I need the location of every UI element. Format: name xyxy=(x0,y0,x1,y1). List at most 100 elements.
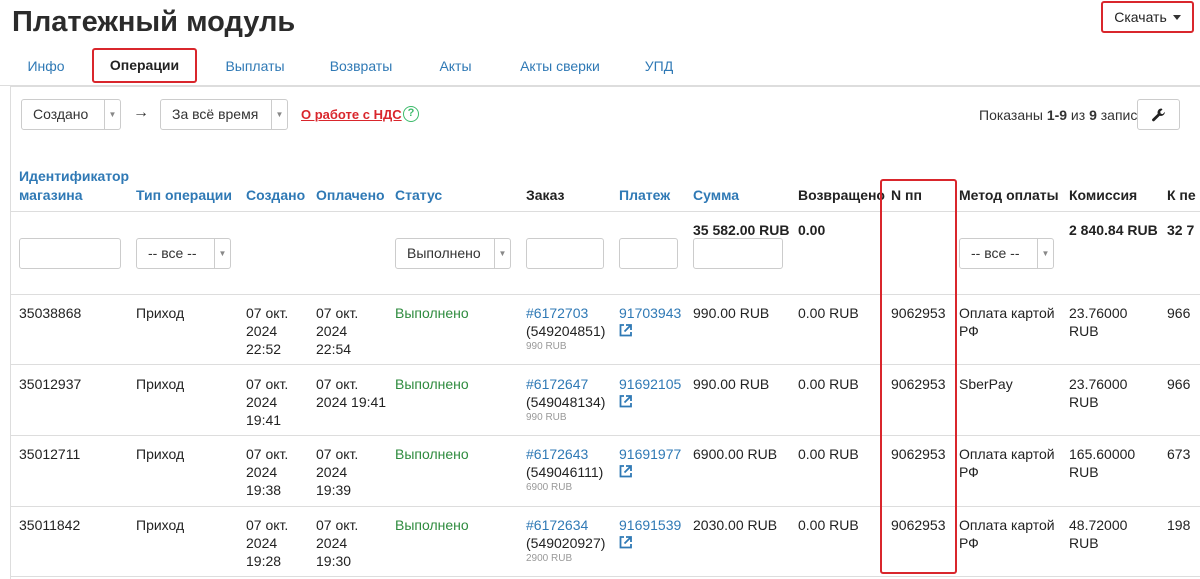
select-arrow-icon: ▼ xyxy=(271,100,287,129)
cell-paid: 07 окт. 2024 22:54 xyxy=(316,305,359,357)
amount-filter-input[interactable] xyxy=(693,238,783,269)
col-npp: N пп xyxy=(891,187,922,203)
question-circle-icon[interactable]: ? xyxy=(403,106,419,122)
order-link[interactable]: #6172703 xyxy=(526,304,605,322)
cell-npp: 9062953 xyxy=(891,446,946,462)
cell-created: 07 окт. 2024 19:41 xyxy=(246,376,289,428)
order-link[interactable]: #6172647 xyxy=(526,375,605,393)
col-op-type[interactable]: Тип операции xyxy=(136,186,232,205)
order-link[interactable]: #6172634 xyxy=(526,516,605,534)
payment-link[interactable]: 91691539 xyxy=(619,516,681,534)
payment-link[interactable]: 91703943 xyxy=(619,304,681,322)
order-link[interactable]: #6172643 xyxy=(526,445,603,463)
cell-status: Выполнено xyxy=(395,517,469,533)
tab-reconciliation-acts[interactable]: Акты сверки xyxy=(512,46,608,86)
table-settings-button[interactable] xyxy=(1137,99,1180,130)
cell-refunded: 0.00 RUB xyxy=(798,305,859,321)
row-divider xyxy=(10,294,1200,295)
row-divider xyxy=(10,576,1200,577)
payment-filter-input[interactable] xyxy=(619,238,678,269)
cell-amount: 2030.00 RUB xyxy=(693,517,778,533)
shop-id-filter-input[interactable] xyxy=(19,238,121,269)
external-link-icon[interactable] xyxy=(619,465,632,478)
cell-op-type: Приход xyxy=(136,446,185,462)
total-refunded: 0.00 xyxy=(798,222,826,238)
tab-operations[interactable]: Операции xyxy=(92,48,197,83)
select-arrow-icon: ▼ xyxy=(214,239,230,268)
order-filter-input[interactable] xyxy=(526,238,604,269)
cell-method: Оплата картой РФ xyxy=(959,305,1055,339)
cell-payout: 198 xyxy=(1167,517,1191,533)
cell-order: #6172703 (549204851) 990 RUB xyxy=(526,304,606,352)
download-button[interactable]: Скачать xyxy=(1101,1,1194,33)
tab-acts[interactable]: Акты xyxy=(433,46,478,86)
cell-paid: 07 окт. 2024 19:41 xyxy=(316,376,387,410)
tab-payouts[interactable]: Выплаты xyxy=(220,46,290,86)
payment-link[interactable]: 91692105 xyxy=(619,375,681,393)
arrow-right-icon: → xyxy=(133,104,149,121)
cell-npp: 9062953 xyxy=(891,517,946,533)
cell-refunded: 0.00 RUB xyxy=(798,446,859,462)
col-order: Заказ xyxy=(526,187,565,203)
external-link-icon[interactable] xyxy=(619,395,632,408)
col-created[interactable]: Создано xyxy=(246,186,305,205)
row-divider xyxy=(10,506,1200,507)
col-method: Метод оплаты xyxy=(959,187,1059,203)
tab-info[interactable]: Инфо xyxy=(22,46,70,86)
cell-created: 07 окт. 2024 22:52 xyxy=(246,305,289,357)
records-shown: Показаны 1-9 из 9 записи. xyxy=(979,107,1150,123)
payment-link[interactable]: 91691977 xyxy=(619,445,681,463)
select-arrow-icon: ▼ xyxy=(494,239,510,268)
cell-shop-id: 35011842 xyxy=(19,517,81,533)
cell-payout: 673 xyxy=(1167,446,1191,462)
cell-shop-id: 35012711 xyxy=(19,446,81,462)
method-filter-select[interactable]: -- все -- ▼ xyxy=(959,238,1054,269)
tab-refunds[interactable]: Возвраты xyxy=(323,46,399,86)
col-amount[interactable]: Сумма xyxy=(693,186,739,205)
cell-method: SberPay xyxy=(959,376,1013,392)
total-amount: 35 582.00 RUB xyxy=(693,222,790,238)
select-arrow-icon: ▼ xyxy=(1037,239,1053,268)
cell-payment: 91691539 xyxy=(619,516,681,549)
cell-op-type: Приход xyxy=(136,376,185,392)
vat-info-link[interactable]: О работе с НДС xyxy=(301,107,402,122)
page-title: Платежный модуль xyxy=(12,6,296,38)
col-shop-id[interactable]: Идентификатор магазина xyxy=(19,167,129,205)
external-link-icon[interactable] xyxy=(619,324,632,337)
col-commission: Комиссия xyxy=(1069,187,1138,203)
cell-method: Оплата картой РФ xyxy=(959,446,1055,480)
wrench-icon xyxy=(1152,108,1165,122)
total-commission: 2 840.84 RUB xyxy=(1069,222,1158,238)
cell-commission: 23.76000 RUB xyxy=(1069,305,1128,339)
cell-method: Оплата картой РФ xyxy=(959,517,1055,551)
cell-payout: 966 xyxy=(1167,376,1191,392)
status-filter-select[interactable]: Выполнено ▼ xyxy=(395,238,511,269)
tab-bar: Инфо Операции Выплаты Возвраты Акты Акты… xyxy=(0,46,1200,86)
cell-order: #6172647 (549048134) 990 RUB xyxy=(526,375,606,423)
cell-npp: 9062953 xyxy=(891,305,946,321)
cell-order: #6172634 (549020927) 2900 RUB xyxy=(526,516,606,564)
cell-status: Выполнено xyxy=(395,446,469,462)
cell-amount: 990.00 RUB xyxy=(693,376,770,392)
row-divider xyxy=(10,435,1200,436)
external-link-icon[interactable] xyxy=(619,536,632,549)
cell-order: #6172643 (549046111) 6900 RUB xyxy=(526,445,604,493)
op-type-filter-select[interactable]: -- все -- ▼ xyxy=(136,238,231,269)
select-arrow-icon: ▼ xyxy=(104,100,120,129)
cell-op-type: Приход xyxy=(136,305,185,321)
cell-refunded: 0.00 RUB xyxy=(798,376,859,392)
col-payout: К пе xyxy=(1167,187,1196,203)
cell-op-type: Приход xyxy=(136,517,185,533)
cell-commission: 165.60000 RUB xyxy=(1069,446,1136,480)
cell-payment: 91703943 xyxy=(619,304,681,337)
col-payment[interactable]: Платеж xyxy=(619,186,670,205)
period-select[interactable]: За всё время ▼ xyxy=(160,99,288,130)
caret-down-icon xyxy=(1172,14,1181,20)
cell-created: 07 окт. 2024 19:28 xyxy=(246,517,289,569)
col-paid[interactable]: Оплачено xyxy=(316,186,385,205)
col-status[interactable]: Статус xyxy=(395,186,442,205)
cell-paid: 07 окт. 2024 19:30 xyxy=(316,517,359,569)
download-label: Скачать xyxy=(1114,9,1167,25)
date-field-select[interactable]: Создано ▼ xyxy=(21,99,121,130)
tab-upd[interactable]: УПД xyxy=(638,46,680,86)
